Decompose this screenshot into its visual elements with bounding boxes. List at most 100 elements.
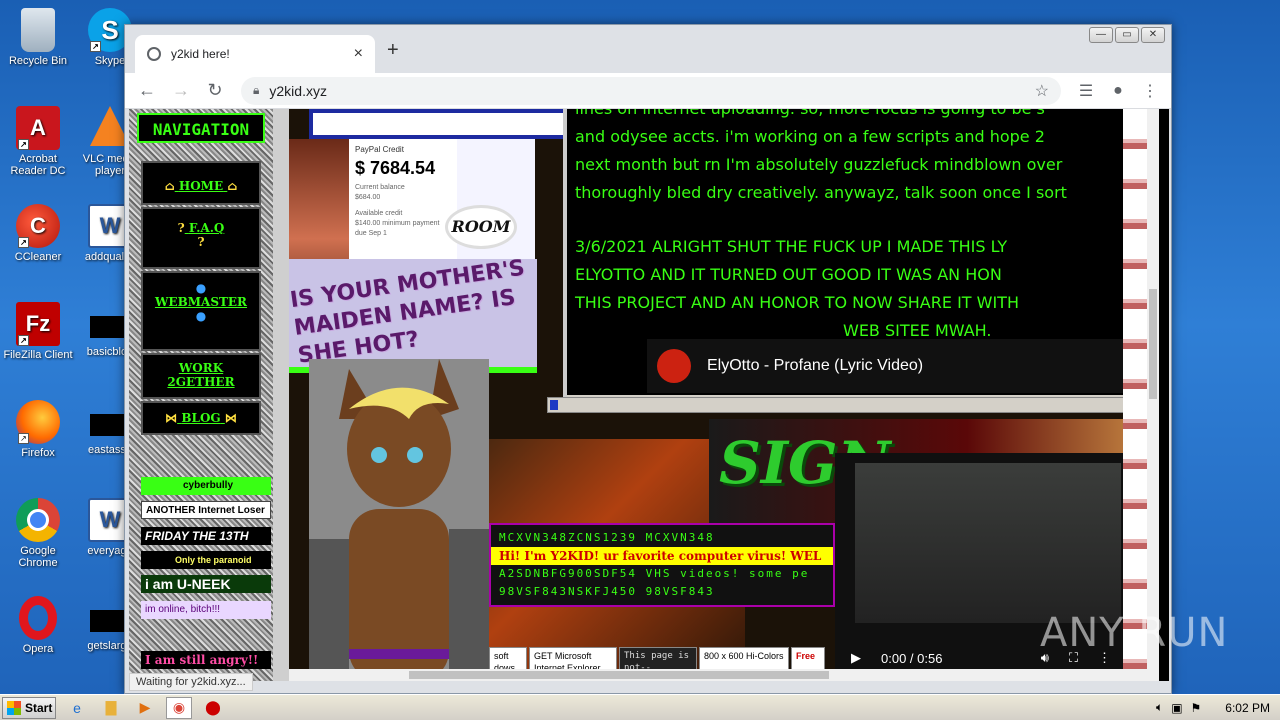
- firefox-icon: ↗: [16, 400, 60, 444]
- reload-button[interactable]: ↻: [201, 77, 229, 105]
- side-badge: im online, bitch!!!: [141, 601, 271, 619]
- nav-item-webmaster[interactable]: ● WEBMASTER ●: [141, 271, 261, 351]
- address-bar[interactable]: 🔒︎ y2kid.xyz ☆: [241, 76, 1061, 105]
- video-title[interactable]: ElyOtto - Profane (Lyric Video): [707, 357, 923, 375]
- loading-fill: [550, 400, 558, 410]
- menu-kebab-icon[interactable]: ⋮: [1137, 81, 1163, 101]
- house-icon: ⌂: [227, 179, 238, 193]
- taskbar: Start e ▇ ▶ ◉ ⬤ 🔈︎ ▣ ⚑ 6:02 PM: [0, 694, 1280, 720]
- globe-icon: ●: [195, 281, 207, 295]
- scroll-thumb[interactable]: [409, 671, 829, 679]
- blog-caps-line: ELYOTTO AND IT TURNED OUT GOOD IT WAS AN…: [575, 265, 1002, 284]
- nav-item-label: WORK 2GETHER: [167, 361, 235, 389]
- teeth-border-right: [1123, 109, 1147, 681]
- room-sticker: ROOM: [445, 205, 517, 249]
- close-window-button[interactable]: ✕: [1141, 27, 1165, 43]
- paypal-min-payment: $140.00 minimum payment due Sep 1: [355, 220, 440, 237]
- taskbar-chrome[interactable]: ◉: [166, 696, 192, 719]
- minimize-button[interactable]: —: [1089, 27, 1113, 43]
- nav-header: NAVIGATION: [137, 113, 265, 143]
- left-nav-column: NAVIGATION ⌂ HOME ⌂ ? F.A.Q ? ● WEBMASTE…: [129, 109, 273, 681]
- side-badge: ANOTHER Internet Loser: [141, 501, 271, 519]
- taskbar-antivirus[interactable]: ⬤: [200, 697, 226, 719]
- scrolling-ticker: MCXVN348ZCNS1239 MCXVN348 Hi! I'm Y2KID!…: [489, 523, 835, 607]
- browser-toolbar: ← → ↻ 🔒︎ y2kid.xyz ☆ ☰ ● ⋮: [125, 73, 1171, 109]
- globe-icon: [147, 47, 161, 61]
- network-tray-icon[interactable]: ▣: [1171, 701, 1182, 715]
- media-control-icon[interactable]: ☰: [1073, 81, 1099, 101]
- nav-item-blog[interactable]: ⋈ BLOG ⋈: [141, 401, 261, 435]
- recycle-bin-icon: [21, 8, 55, 52]
- fish-icon: ⋈: [165, 411, 178, 425]
- eye-left: [371, 447, 387, 463]
- collage-area: PayPal Credit $ 7684.54 Current balance …: [289, 109, 1159, 681]
- side-badge: FRIDAY THE 13TH: [141, 527, 271, 545]
- anyrun-watermark: ANY RUN: [1040, 610, 1229, 656]
- bookmark-star-icon[interactable]: ☆: [1035, 81, 1049, 101]
- close-tab-icon[interactable]: ×: [354, 45, 363, 63]
- paypal-balance: $684.00: [355, 194, 381, 201]
- filezilla-icon: Fz ↗: [16, 302, 60, 346]
- desktop-icon-label: Firefox: [21, 447, 55, 459]
- nav-item-faq[interactable]: ? F.A.Q ?: [141, 207, 261, 269]
- desktop-icon-label: Recycle Bin: [8, 55, 68, 67]
- channel-avatar-icon: [657, 349, 691, 383]
- tab-title: y2kid here!: [171, 47, 230, 61]
- desktop-icon-ccleaner[interactable]: C ↗ CCleaner: [0, 204, 76, 263]
- side-badge: I am still angry!!: [141, 651, 271, 669]
- inner-vertical-scrollbar[interactable]: [1147, 109, 1159, 681]
- start-label: Start: [25, 700, 53, 715]
- new-tab-button[interactable]: +: [387, 39, 399, 62]
- forward-button[interactable]: →: [167, 77, 195, 105]
- taskbar-explorer[interactable]: ▇: [98, 697, 124, 719]
- status-bar-text: Waiting for y2kid.xyz...: [129, 673, 253, 691]
- opera-icon: [19, 596, 57, 640]
- coat-left: [309, 539, 349, 681]
- flag-tray-icon[interactable]: ⚑: [1191, 701, 1202, 715]
- clock[interactable]: 6:02 PM: [1225, 701, 1270, 715]
- ticker-row: 98VSF843NSKFJ450 98VSF843: [499, 585, 715, 598]
- desktop-icon-acrobat[interactable]: A ↗ Acrobat Reader DC: [0, 106, 76, 177]
- desktop-icon-opera[interactable]: Opera: [0, 596, 76, 655]
- maximize-button[interactable]: ▭: [1115, 27, 1139, 43]
- nav-item-home[interactable]: ⌂ HOME ⌂: [141, 161, 261, 205]
- globe-icon: ●: [195, 309, 207, 323]
- back-button[interactable]: ←: [133, 77, 161, 105]
- play-icon[interactable]: ▶: [851, 650, 861, 666]
- window-strip: [309, 109, 599, 139]
- desktop-icon-label: Opera: [22, 643, 54, 655]
- desktop-icon-label: CCleaner: [14, 251, 62, 263]
- video-frame: [855, 463, 1121, 623]
- scroll-thumb[interactable]: [1149, 289, 1157, 399]
- taskbar-media-player[interactable]: ▶: [132, 697, 158, 719]
- side-badge: i am U-NEEK: [141, 575, 271, 593]
- taskbar-ie[interactable]: e: [64, 697, 90, 719]
- desktop-icon-recycle-bin[interactable]: Recycle Bin: [0, 8, 76, 67]
- browser-tab[interactable]: y2kid here! ×: [135, 35, 375, 73]
- profile-icon[interactable]: ●: [1105, 82, 1131, 100]
- desktop-icon-filezilla[interactable]: Fz ↗ FileZilla Client: [0, 302, 76, 361]
- left-frame-scrollbar[interactable]: [273, 109, 289, 681]
- acrobat-icon: A ↗: [16, 106, 60, 150]
- page-viewport: NAVIGATION ⌂ HOME ⌂ ? F.A.Q ? ● WEBMASTE…: [129, 109, 1169, 681]
- blog-line: next month but rn I'm absolutely guzzlef…: [575, 155, 1063, 174]
- desktop-icon-label: Acrobat Reader DC: [10, 153, 66, 177]
- nav-item-work-together[interactable]: WORK 2GETHER: [141, 353, 261, 399]
- blog-line: thoroughly bled dry creatively. anywayz,…: [575, 183, 1067, 202]
- paypal-balance-label: Current balance: [355, 184, 405, 191]
- paypal-amount: $ 7684.54: [355, 158, 436, 178]
- horizontal-scrollbar[interactable]: [289, 669, 1157, 681]
- media-player-icon: ▶: [139, 699, 151, 715]
- nav-item-label: F.A.Q: [188, 221, 225, 235]
- stop-shield-icon: ⬤: [205, 699, 221, 715]
- blog-line: lines on internet uploading. so, more fo…: [575, 109, 1135, 123]
- start-button[interactable]: Start: [2, 696, 56, 719]
- desktop-icon-chrome[interactable]: Google Chrome: [0, 498, 76, 569]
- chrome-icon: ◉: [172, 699, 186, 715]
- fish-icon: ⋈: [224, 411, 237, 425]
- paypal-label: PayPal Credit: [355, 145, 404, 154]
- coat-right: [449, 529, 489, 681]
- desktop-icon-firefox[interactable]: ↗ Firefox: [0, 400, 76, 459]
- volume-tray-icon[interactable]: 🔈︎: [1156, 700, 1163, 715]
- youtube-embed[interactable]: ElyOtto - Profane (Lyric Video): [647, 339, 1143, 393]
